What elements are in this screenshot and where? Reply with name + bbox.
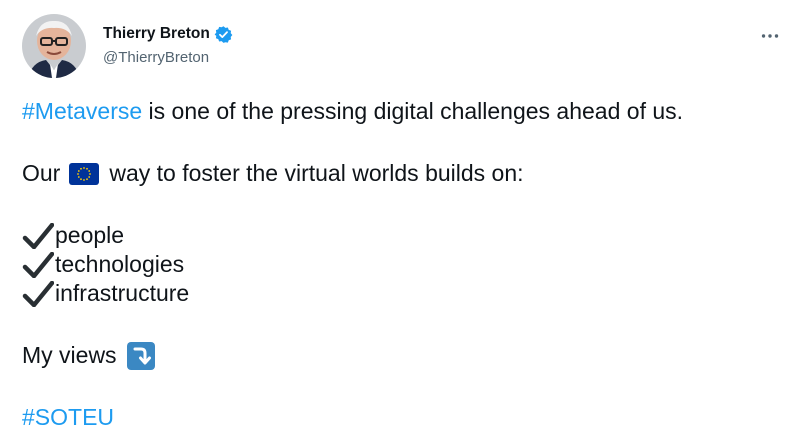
checklist-item-label: people bbox=[55, 222, 125, 248]
views-text: My views bbox=[22, 342, 117, 368]
checklist-item: technologies bbox=[22, 250, 782, 279]
more-horizontal-icon bbox=[761, 34, 779, 38]
profile-photo-icon bbox=[22, 14, 86, 78]
tweet-line-2: Our way to foster the virtual worlds bui… bbox=[22, 159, 782, 188]
check-mark-icon bbox=[22, 251, 55, 278]
tweet-line-views: My views bbox=[22, 341, 782, 370]
check-mark-icon bbox=[22, 280, 55, 307]
hashtag-metaverse-link[interactable]: #Metaverse bbox=[22, 97, 142, 126]
checklist-item-label: technologies bbox=[55, 251, 185, 277]
user-handle[interactable]: @ThierryBreton bbox=[103, 49, 233, 66]
eu-flag-icon bbox=[69, 162, 100, 185]
tweet-line-2-end: way to foster the virtual worlds builds … bbox=[109, 160, 524, 186]
tweet-line-1: #Metaverse is one of the pressing digita… bbox=[22, 97, 782, 126]
checklist-item: people bbox=[22, 221, 782, 250]
tweet-line-1-text: is one of the pressing digital challenge… bbox=[142, 98, 684, 124]
avatar[interactable] bbox=[22, 14, 86, 78]
checklist-item-label: infrastructure bbox=[55, 280, 190, 306]
hashtag-soteu-link[interactable]: #SOTEU bbox=[22, 403, 114, 432]
tweet-line-hashtag: #SOTEU bbox=[22, 403, 782, 432]
arrow-down-right-icon bbox=[126, 341, 155, 370]
checklist-item: infrastructure bbox=[22, 279, 782, 308]
check-mark-icon bbox=[22, 222, 55, 249]
display-name[interactable]: Thierry Breton bbox=[103, 25, 210, 43]
more-options-button[interactable] bbox=[756, 26, 784, 46]
tweet-line-2-start: Our bbox=[22, 160, 61, 186]
verified-badge-icon bbox=[214, 25, 233, 44]
tweet-card: Thierry Breton @ThierryBreton #Metaverse… bbox=[0, 0, 800, 441]
user-info: Thierry Breton @ThierryBreton bbox=[103, 24, 233, 66]
tweet-text: #Metaverse is one of the pressing digita… bbox=[22, 97, 782, 432]
